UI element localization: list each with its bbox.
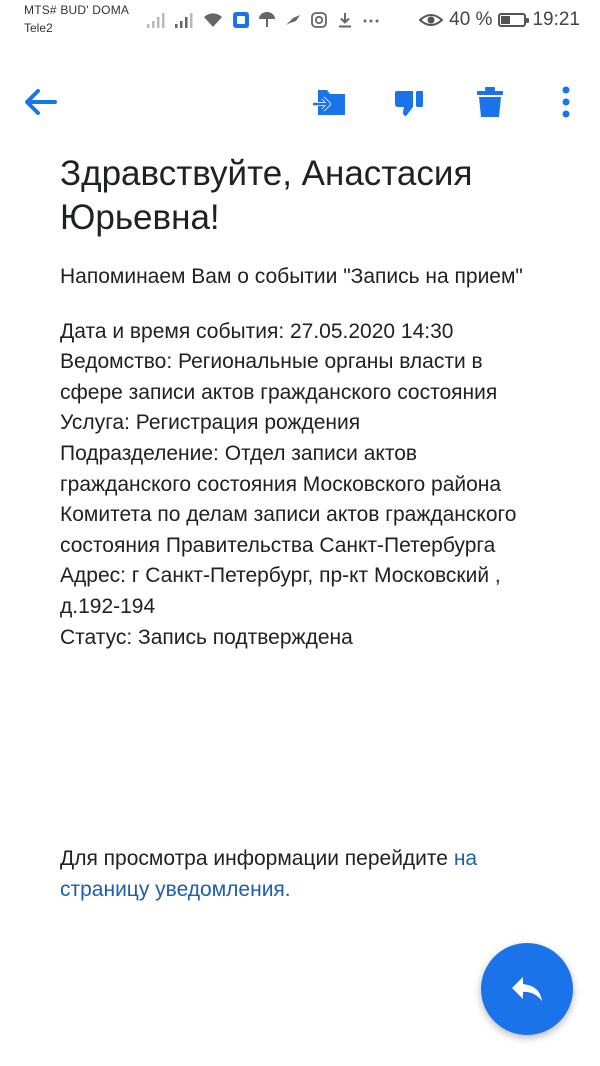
eye-comfort-icon — [419, 14, 444, 26]
event-status: Статус: Запись подтверждена — [60, 625, 353, 649]
delete-button[interactable] — [466, 78, 514, 126]
instagram-icon — [311, 12, 327, 28]
status-bar: MTS# BUD' DOMA Tele2 40 % 19:21 — [0, 0, 600, 46]
message-body: Здравствуйте, Анастасия Юрьевна! Напомин… — [60, 152, 550, 653]
status-icons-left — [146, 8, 388, 32]
footer-text: Для просмотра информации перейдите — [60, 847, 454, 870]
reply-icon — [512, 977, 542, 1001]
battery-icon — [498, 13, 530, 27]
dislike-button[interactable] — [386, 78, 434, 126]
dislike-icon — [395, 91, 423, 116]
clock: 19:21 — [532, 9, 580, 30]
event-department: Подразделение: Отдел записи актов гражда… — [60, 441, 517, 557]
wifi-icon — [204, 13, 222, 27]
event-details: Дата и время события: 27.05.2020 14:30 В… — [60, 317, 550, 654]
event-agency: Ведомство: Региональные органы власти в … — [60, 350, 498, 404]
carrier-name-1: MTS# BUD' DOMA — [24, 3, 130, 17]
trash-icon — [477, 87, 503, 117]
signal-icon — [175, 13, 193, 28]
reply-fab-button[interactable] — [481, 943, 573, 1035]
status-icons-right: 40 % 19:21 — [413, 8, 580, 32]
back-button[interactable] — [16, 78, 64, 126]
more-options-button[interactable] — [542, 78, 590, 126]
umbrella-icon — [259, 12, 275, 27]
battery-level-fill — [501, 16, 511, 24]
signal-weak-icon — [147, 13, 165, 28]
event-datetime: Дата и время события: 27.05.2020 14:30 — [60, 319, 454, 343]
battery-percent: 40 % — [449, 9, 493, 30]
more-vert-icon — [562, 86, 570, 118]
move-to-folder-icon — [313, 90, 345, 115]
toolbar — [0, 70, 600, 130]
event-address: Адрес: г Санкт-Петербург, пр-кт Московск… — [60, 564, 501, 618]
intro-text: Напоминаем Вам о событии "Запись на прие… — [60, 265, 523, 288]
more-notifications-icon — [363, 19, 379, 23]
move-to-folder-button[interactable] — [306, 78, 354, 126]
event-service: Услуга: Регистрация рождения — [60, 411, 361, 435]
greeting-heading: Здравствуйте, Анастасия Юрьевна! — [60, 154, 473, 237]
carrier-name-2: Tele2 — [24, 21, 53, 35]
back-arrow-icon — [25, 89, 57, 115]
bird-icon — [286, 15, 300, 25]
email-view-screen: MTS# BUD' DOMA Tele2 40 % 19:21 Здравств… — [0, 0, 600, 1066]
app-notification-icon — [233, 12, 249, 28]
download-icon — [339, 13, 351, 28]
footer-note: Для просмотра информации перейдите на ст… — [60, 844, 560, 905]
